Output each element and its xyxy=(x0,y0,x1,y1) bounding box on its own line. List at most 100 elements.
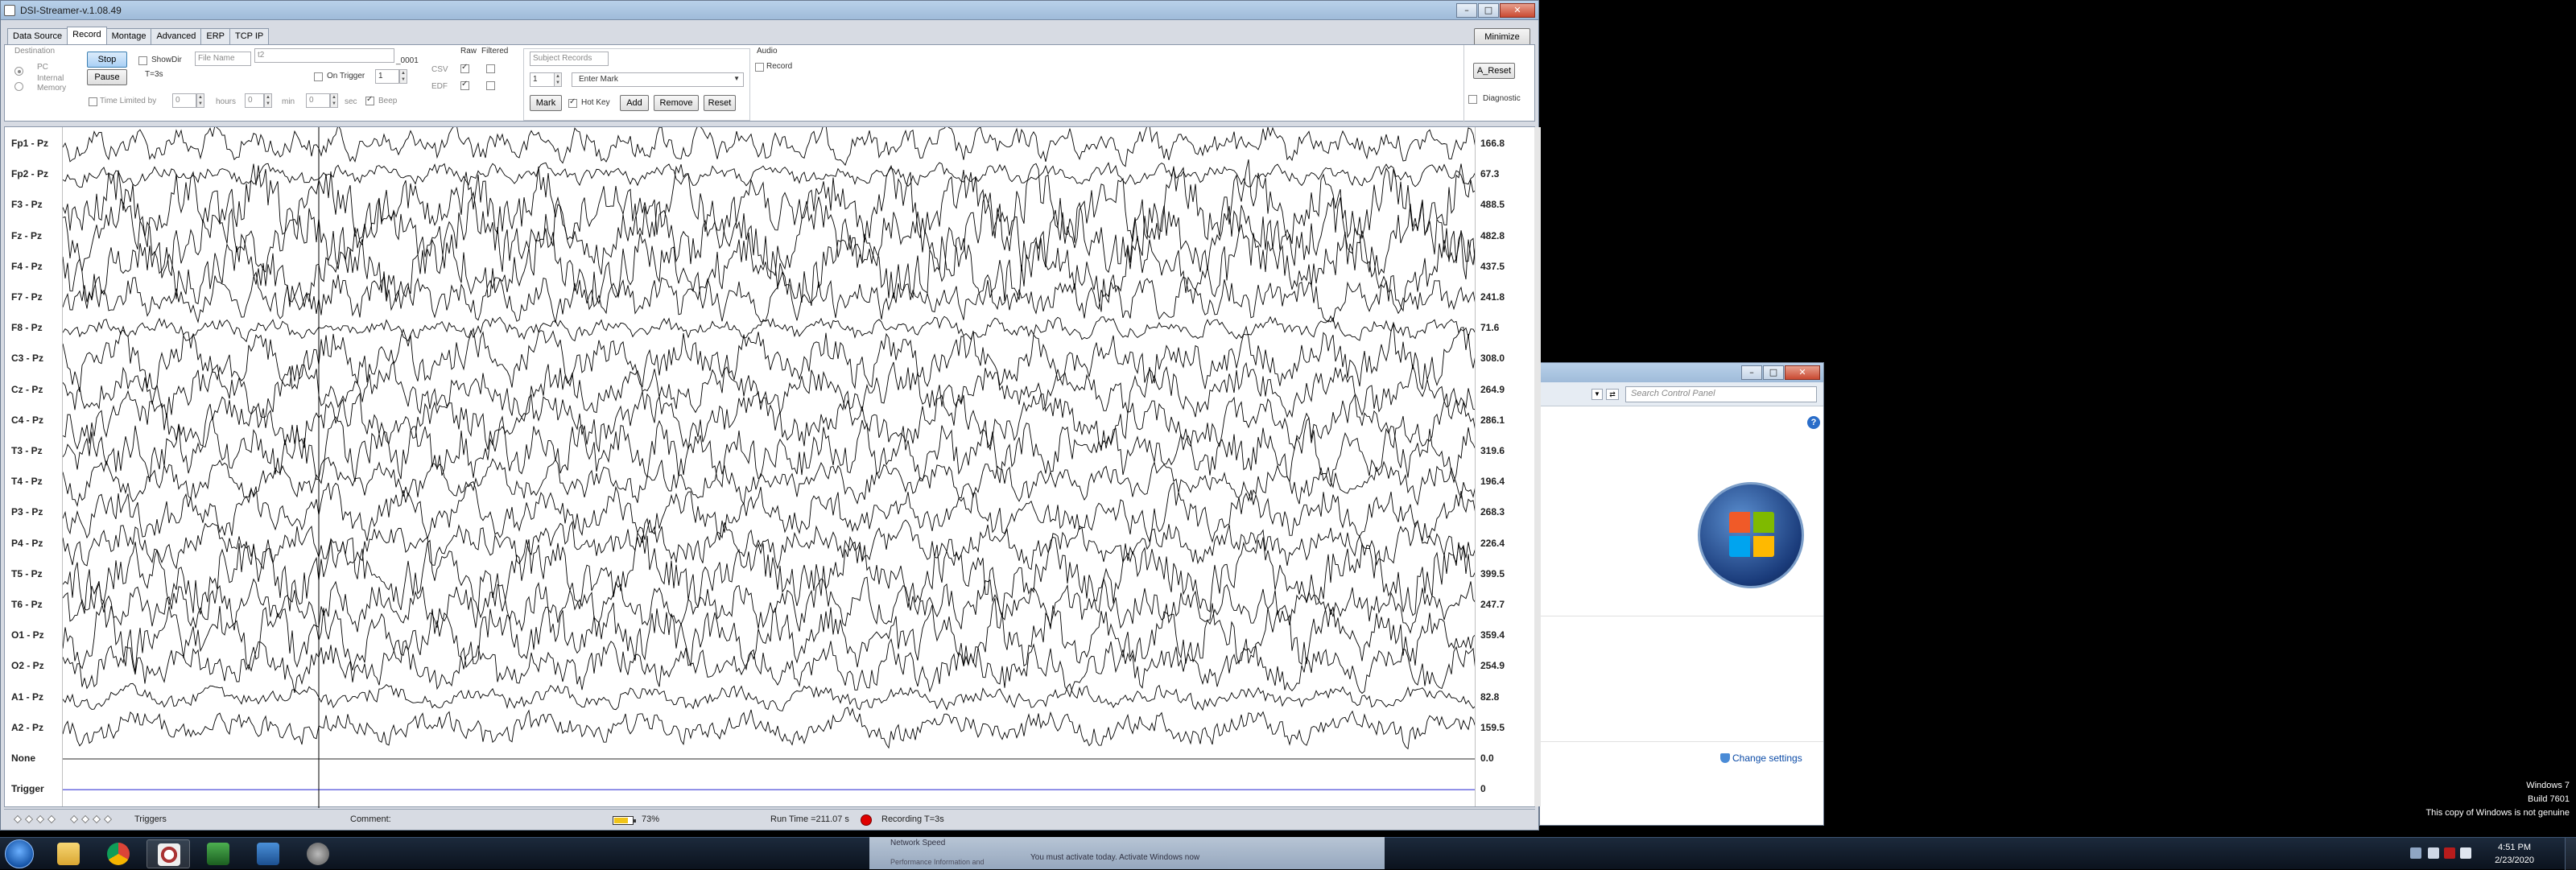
on-trigger-label: On Trigger xyxy=(327,72,365,80)
min-label: min xyxy=(282,97,295,106)
tab-data-source[interactable]: Data Source xyxy=(7,28,68,44)
start-button[interactable] xyxy=(5,839,34,868)
cp-minimize-button[interactable]: – xyxy=(1741,365,1762,380)
csv-raw-checkbox[interactable] xyxy=(460,63,469,73)
maximize-window-button[interactable]: □ xyxy=(1478,3,1499,18)
destination-internal-radio[interactable] xyxy=(14,82,23,91)
taskbar-app[interactable] xyxy=(196,839,240,868)
mark-index-spinner[interactable]: ▲ ▼ xyxy=(554,72,562,87)
address-dropdown-icon[interactable]: ▼ xyxy=(1591,389,1603,400)
cp-maximize-button[interactable]: □ xyxy=(1763,365,1784,380)
taskbar-explorer[interactable] xyxy=(47,839,90,868)
remove-button[interactable]: Remove xyxy=(654,95,699,111)
hot-key-checkbox[interactable] xyxy=(568,97,577,108)
min-spinner[interactable]: ▲ ▼ xyxy=(264,93,272,108)
tab-erp[interactable]: ERP xyxy=(200,28,230,44)
taskbar-app[interactable] xyxy=(296,839,340,868)
channel-scale-value[interactable]: 264.9 xyxy=(1480,384,1505,395)
raw-label: Raw xyxy=(460,47,477,56)
channel-scale-value[interactable]: 286.1 xyxy=(1480,414,1505,426)
csv-filtered-checkbox[interactable] xyxy=(486,64,495,73)
network-icon[interactable] xyxy=(2444,847,2455,859)
channel-scale-value[interactable]: 196.4 xyxy=(1480,476,1505,487)
clock[interactable]: 4:51 PM 2/23/2020 xyxy=(2495,841,2534,867)
channel-scale-value[interactable]: 268.3 xyxy=(1480,506,1505,517)
channel-scale-value[interactable]: 399.5 xyxy=(1480,568,1505,579)
channel-scale-value[interactable]: 488.5 xyxy=(1480,199,1505,210)
channel-scale-value[interactable]: 82.8 xyxy=(1480,691,1499,703)
volume-icon[interactable] xyxy=(2460,847,2471,859)
file-name-field[interactable]: t2 xyxy=(254,48,394,63)
close-window-button[interactable]: ✕ xyxy=(1500,3,1535,18)
sec-spinner[interactable]: ▲ ▼ xyxy=(330,93,338,108)
destination-pc-radio[interactable] xyxy=(14,67,23,76)
edf-filtered-checkbox[interactable] xyxy=(486,81,495,90)
channel-scale-value[interactable]: 0.0 xyxy=(1480,752,1494,764)
channel-scale-value[interactable]: 254.9 xyxy=(1480,660,1505,671)
beep-checkbox[interactable] xyxy=(365,95,374,105)
channel-trace xyxy=(63,576,1476,634)
a-reset-button[interactable]: A_Reset xyxy=(1473,63,1515,79)
reset-button[interactable]: Reset xyxy=(704,95,736,111)
channel-scale-value[interactable]: 247.7 xyxy=(1480,599,1505,610)
tab-record[interactable]: Record xyxy=(67,27,107,44)
edf-raw-checkbox[interactable] xyxy=(460,80,469,90)
stop-button[interactable]: Stop xyxy=(87,52,127,68)
enter-mark-dropdown[interactable]: Enter Mark ▼ xyxy=(572,72,744,87)
taskbar-remote-desktop[interactable] xyxy=(246,839,290,868)
channel-scale-value[interactable]: 0 xyxy=(1480,783,1486,794)
cp-close-button[interactable]: ✕ xyxy=(1785,365,1820,380)
mark-button[interactable]: Mark xyxy=(530,95,562,111)
comment-input[interactable] xyxy=(407,813,584,827)
tab-tcp-ip[interactable]: TCP IP xyxy=(229,28,270,44)
control-panel-titlebar[interactable]: – □ ✕ xyxy=(1540,363,1823,382)
channel-scale-value[interactable]: 159.5 xyxy=(1480,722,1505,733)
channel-scale-value[interactable]: 319.6 xyxy=(1480,445,1505,456)
on-trigger-field[interactable]: 1 xyxy=(375,69,399,84)
titlebar[interactable]: DSI-Streamer-v.1.08.49 – □ ✕ xyxy=(1,1,1538,20)
min-field[interactable]: 0 xyxy=(245,93,264,108)
app-icon xyxy=(207,843,229,865)
hours-field[interactable]: 0 xyxy=(172,93,196,108)
on-trigger-checkbox[interactable] xyxy=(314,72,323,81)
taskbar-dsi-streamer[interactable] xyxy=(147,839,190,868)
show-hidden-icons-icon[interactable] xyxy=(2410,847,2421,859)
pause-button[interactable]: Pause xyxy=(87,69,127,85)
flag-icon[interactable] xyxy=(2428,847,2439,859)
search-control-panel-input[interactable]: Search Control Panel xyxy=(1625,386,1817,402)
change-settings-link[interactable]: Change settings xyxy=(1720,752,1802,764)
show-desktop-button[interactable] xyxy=(2565,838,2576,870)
waveform-canvas xyxy=(63,127,1476,808)
add-button[interactable]: Add xyxy=(620,95,649,111)
channel-scale-value[interactable]: 71.6 xyxy=(1480,322,1499,333)
audio-record-checkbox[interactable] xyxy=(755,63,764,72)
subject-records-button[interactable]: Subject Records xyxy=(530,52,609,66)
channel-scale-value[interactable]: 166.8 xyxy=(1480,138,1505,149)
diagnostic-checkbox[interactable] xyxy=(1468,95,1477,104)
minimize-window-button[interactable]: – xyxy=(1456,3,1477,18)
refresh-icon[interactable]: ⇄ xyxy=(1606,389,1619,400)
channel-scale-value[interactable]: 67.3 xyxy=(1480,168,1499,179)
show-dir-checkbox[interactable] xyxy=(138,56,147,65)
control-panel-window[interactable]: – □ ✕ ▼ ⇄ Search Control Panel ? Change … xyxy=(1539,362,1824,826)
vertical-scrollbar[interactable] xyxy=(1534,127,1541,806)
help-icon[interactable]: ? xyxy=(1807,416,1820,429)
channel-scale-value[interactable]: 359.4 xyxy=(1480,629,1505,641)
tab-advanced[interactable]: Advanced xyxy=(151,28,202,44)
notification-popup[interactable]: Network Speed You must activate today. A… xyxy=(869,837,1385,869)
chevron-down-icon: ▼ xyxy=(733,75,740,82)
channel-scale-value[interactable]: 241.8 xyxy=(1480,291,1505,303)
channel-scale-value[interactable]: 308.0 xyxy=(1480,353,1505,364)
sec-field[interactable]: 0 xyxy=(306,93,330,108)
tab-montage[interactable]: Montage xyxy=(105,28,152,44)
taskbar-chrome[interactable] xyxy=(97,839,140,868)
minimize-button[interactable]: Minimize xyxy=(1474,28,1530,46)
folder-icon xyxy=(57,843,80,865)
waveform-area[interactable] xyxy=(63,127,1476,808)
on-trigger-spinner[interactable]: ▲ ▼ xyxy=(399,69,407,84)
channel-scale-value[interactable]: 482.8 xyxy=(1480,230,1505,241)
hours-spinner[interactable]: ▲ ▼ xyxy=(196,93,204,108)
time-limited-checkbox[interactable] xyxy=(89,97,97,106)
channel-scale-value[interactable]: 437.5 xyxy=(1480,261,1505,272)
channel-scale-value[interactable]: 226.4 xyxy=(1480,538,1505,549)
